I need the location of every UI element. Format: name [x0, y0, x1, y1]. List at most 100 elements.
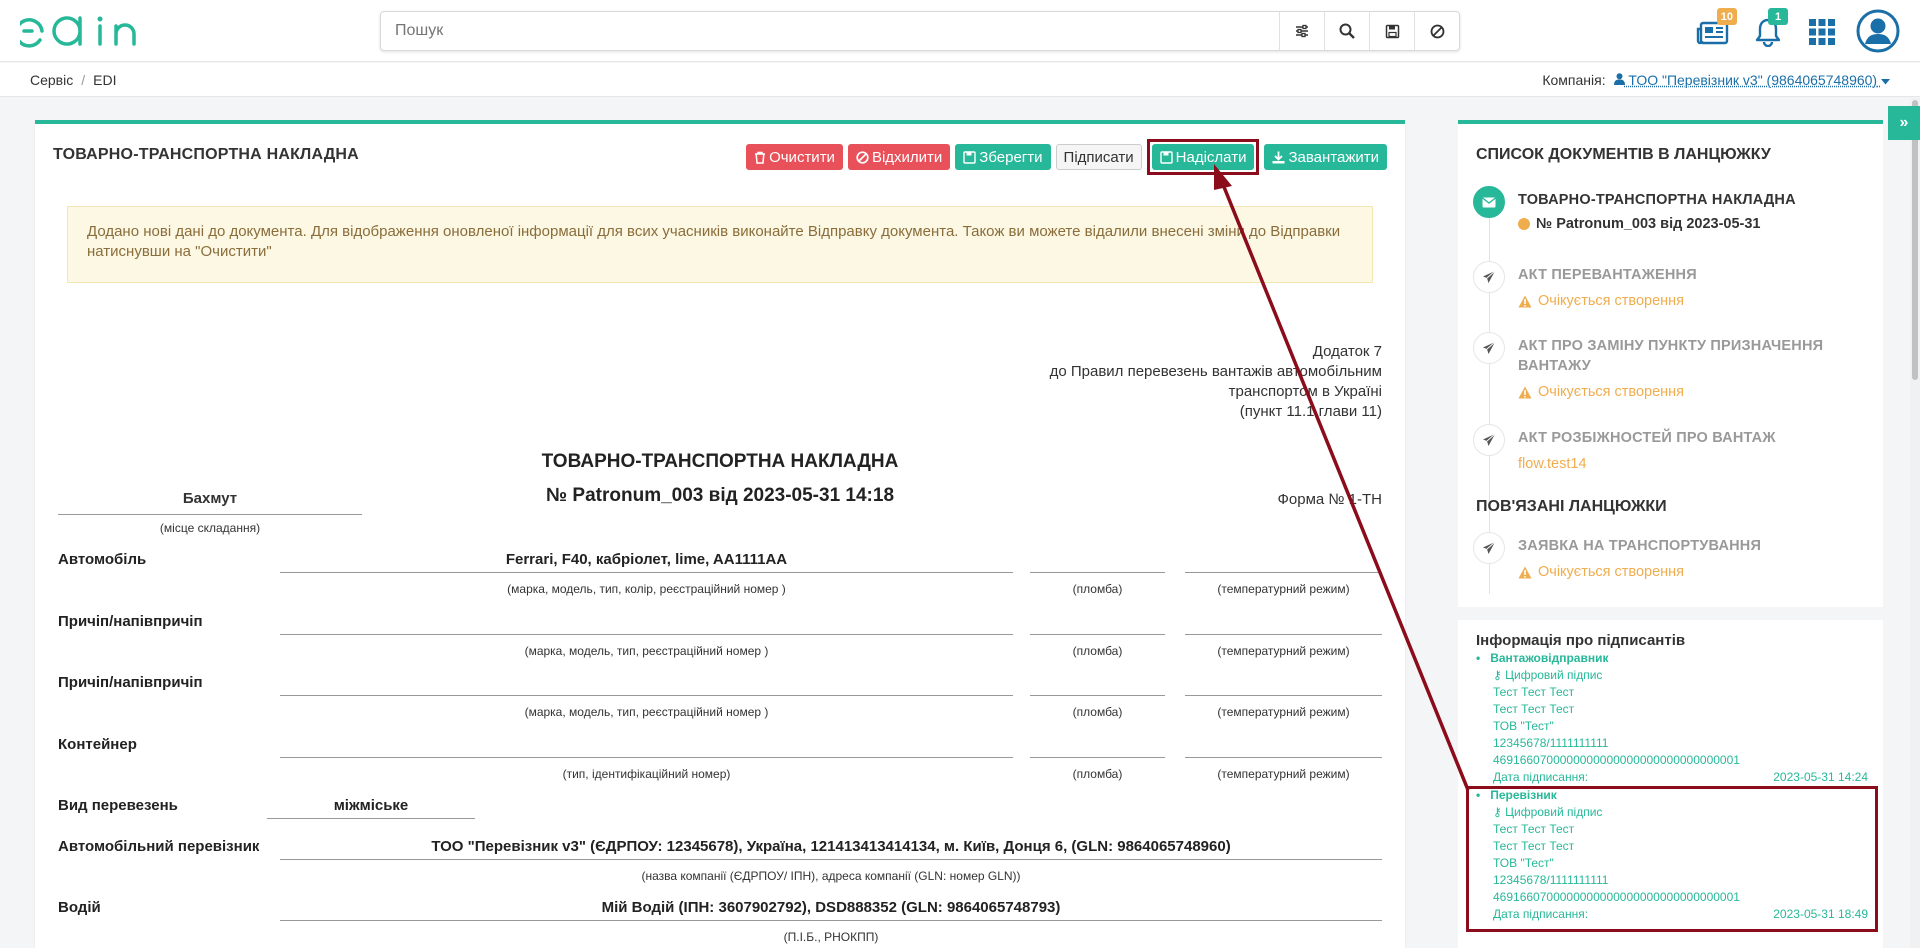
- chain-item-status: Очікується створення: [1538, 384, 1685, 400]
- company-label: Компанія:: [1542, 72, 1606, 88]
- send-button[interactable]: Надіслати: [1151, 144, 1255, 170]
- temp-line: [1185, 634, 1382, 635]
- key-icon: ⚷: [1493, 668, 1506, 682]
- top-header: 10 1: [0, 0, 1920, 62]
- reject-button-label: Відхилити: [871, 148, 943, 166]
- carrier-label: Автомобільний перевізник: [58, 838, 260, 855]
- apps-grid-icon[interactable]: [1804, 14, 1840, 50]
- save-button[interactable]: Зберегти: [955, 144, 1051, 170]
- trailer1-caption: (марка, модель, тип, реєстраційний номер…: [524, 644, 769, 658]
- clear-button[interactable]: Очистити: [746, 144, 843, 170]
- send-icon: [1473, 332, 1505, 364]
- chain-item-sub: flow.test14: [1518, 456, 1587, 472]
- car-label: Автомобіль: [58, 551, 147, 568]
- clear-search-icon[interactable]: [1414, 12, 1459, 50]
- ban-icon: [856, 150, 869, 164]
- signature-type: ⚷ Цифровий підпис: [1476, 667, 1876, 684]
- signer-shipper: Вантажовідправник ⚷ Цифровий підпис Тест…: [1476, 650, 1876, 786]
- seal-line: [1030, 695, 1165, 696]
- seal-line: [1030, 757, 1165, 758]
- driver-line: [280, 920, 1382, 921]
- breadcrumb-bar: Сервіс / EDI Компанія: ТОО "Перевізник v3"…: [0, 63, 1920, 97]
- warning-icon: [1518, 386, 1532, 398]
- chain-item-title: ТОВАРНО-ТРАНСПОРТНА НАКЛАДНА: [1518, 192, 1796, 208]
- clear-button-label: Очистити: [769, 148, 835, 166]
- filter-icon[interactable]: [1279, 12, 1324, 50]
- temp-line: [1185, 572, 1382, 573]
- chain-item-status: Очікується створення: [1538, 564, 1685, 580]
- temp-caption: (температурний режим): [1217, 582, 1350, 596]
- notification-badge: 1: [1768, 8, 1788, 25]
- appendix-note: Додаток 7 до Правил перевезень вантажів …: [1050, 342, 1382, 422]
- edin-logo[interactable]: [20, 10, 160, 52]
- breadcrumb-service[interactable]: Сервіс: [30, 72, 73, 88]
- send-button-label: Надіслати: [1175, 148, 1247, 166]
- chain-item-number: № Patronum_003 від 2023-05-31: [1536, 216, 1761, 232]
- company-name: ТОО "Перевізник v3" (9864065748960): [1628, 72, 1878, 88]
- sign-date-value: 2023-05-31 14:24: [1773, 770, 1868, 784]
- trailer1-line: [280, 634, 1013, 635]
- car-value: Ferrari, F40, кабріолет, lime, AA1111AA: [505, 551, 788, 568]
- scrollbar-thumb[interactable]: [1912, 100, 1918, 380]
- status-dot-icon: [1518, 218, 1530, 230]
- news-icon[interactable]: 10: [1695, 8, 1737, 50]
- carrier-value: ТОО "Перевізник v3" (ЄДРПОУ: 12345678), …: [431, 838, 1231, 855]
- company-dropdown[interactable]: ТОО "Перевізник v3" (9864065748960): [1613, 72, 1890, 88]
- download-button[interactable]: Завантажити: [1264, 144, 1387, 170]
- place-caption: (місце складання): [159, 521, 261, 535]
- appendix-line: транспортом в Україні: [1228, 383, 1382, 400]
- company-selector: Компанія: ТОО "Перевізник v3" (986406574…: [1542, 72, 1890, 88]
- signature-type-label: Цифровий підпис: [1505, 668, 1603, 682]
- download-button-label: Завантажити: [1288, 148, 1379, 166]
- driver-label: Водій: [58, 899, 101, 916]
- chain-item-sub: Очікується створення: [1518, 384, 1684, 400]
- chain-item-author: flow.test14: [1518, 456, 1587, 472]
- driver-value: Мій Водій (ІПН: 3607902792), DSD888352 (…: [601, 899, 1061, 916]
- car-caption: (марка, модель, тип, колір, реєстраційни…: [507, 582, 786, 596]
- trailer1-label: Причіп/напівпричіп: [58, 613, 203, 630]
- send-button-highlight: Надіслати: [1146, 139, 1260, 175]
- bell-icon[interactable]: 1: [1750, 8, 1788, 50]
- temp-caption: (температурний режим): [1217, 705, 1350, 719]
- sign-button[interactable]: Підписати: [1055, 144, 1142, 170]
- appendix-line: (пункт 11.1 глави 11): [1239, 403, 1382, 420]
- document-toolbar: Очистити Відхилити Зберегти Підписати На…: [746, 139, 1387, 175]
- save-search-icon[interactable]: [1369, 12, 1414, 50]
- trailer2-label: Причіп/напівпричіп: [58, 674, 203, 691]
- search-icon[interactable]: [1324, 12, 1369, 50]
- chain-item-sub: № Patronum_003 від 2023-05-31: [1518, 216, 1761, 232]
- breadcrumb-edi[interactable]: EDI: [93, 72, 116, 88]
- chain-item-title: АКТ ПЕРЕВАНТАЖЕННЯ: [1518, 267, 1697, 283]
- related-chains-title: ПОВ'ЯЗАНІ ЛАНЦЮЖКИ: [1476, 498, 1667, 515]
- send-icon: [1473, 424, 1505, 456]
- container-label: Контейнер: [58, 736, 137, 753]
- signer-name: Тест Тест Тест: [1493, 702, 1575, 716]
- trailer2-line: [280, 695, 1013, 696]
- seal-caption: (пломба): [1072, 644, 1123, 658]
- chain-title: СПИСОК ДОКУМЕНТІВ В ЛАНЦЮЖКУ: [1476, 146, 1771, 163]
- search-input[interactable]: [381, 12, 1279, 50]
- user-avatar-icon[interactable]: [1856, 9, 1900, 53]
- collapse-panel-icon[interactable]: »: [1888, 106, 1920, 140]
- user-icon: [1613, 73, 1625, 85]
- chain-item-status: Очікується створення: [1538, 293, 1685, 309]
- sign-date-label: Дата підписання:: [1493, 770, 1589, 784]
- carrier-caption: (назва компанії (ЄДРПОУ/ ІПН), адреса ко…: [641, 869, 1021, 883]
- car-line: [280, 572, 1013, 573]
- save-button-label: Зберегти: [979, 148, 1043, 166]
- trailer2-caption: (марка, модель, тип, реєстраційний номер…: [524, 705, 769, 719]
- news-badge: 10: [1716, 8, 1737, 25]
- reject-button[interactable]: Відхилити: [847, 144, 951, 170]
- transport-type-label: Вид перевезень: [58, 797, 178, 814]
- transport-type-line: [267, 818, 475, 819]
- floppy-icon: [1159, 150, 1173, 164]
- breadcrumb-separator: /: [81, 72, 86, 88]
- signer-code: 12345678/1111111111: [1493, 736, 1609, 750]
- chain-item-title: ЗАЯВКА НА ТРАНСПОРТУВАННЯ: [1518, 538, 1762, 554]
- scrollbar[interactable]: [1910, 98, 1920, 948]
- document-heading: ТОВАРНО-ТРАНСПОРТНА НАКЛАДНА: [53, 146, 359, 163]
- chain-panel: СПИСОК ДОКУМЕНТІВ В ЛАНЦЮЖКУ ТОВАРНО-ТРА…: [1458, 120, 1883, 607]
- envelope-icon: [1473, 186, 1505, 218]
- send-icon: [1473, 261, 1505, 293]
- download-icon: [1272, 151, 1285, 163]
